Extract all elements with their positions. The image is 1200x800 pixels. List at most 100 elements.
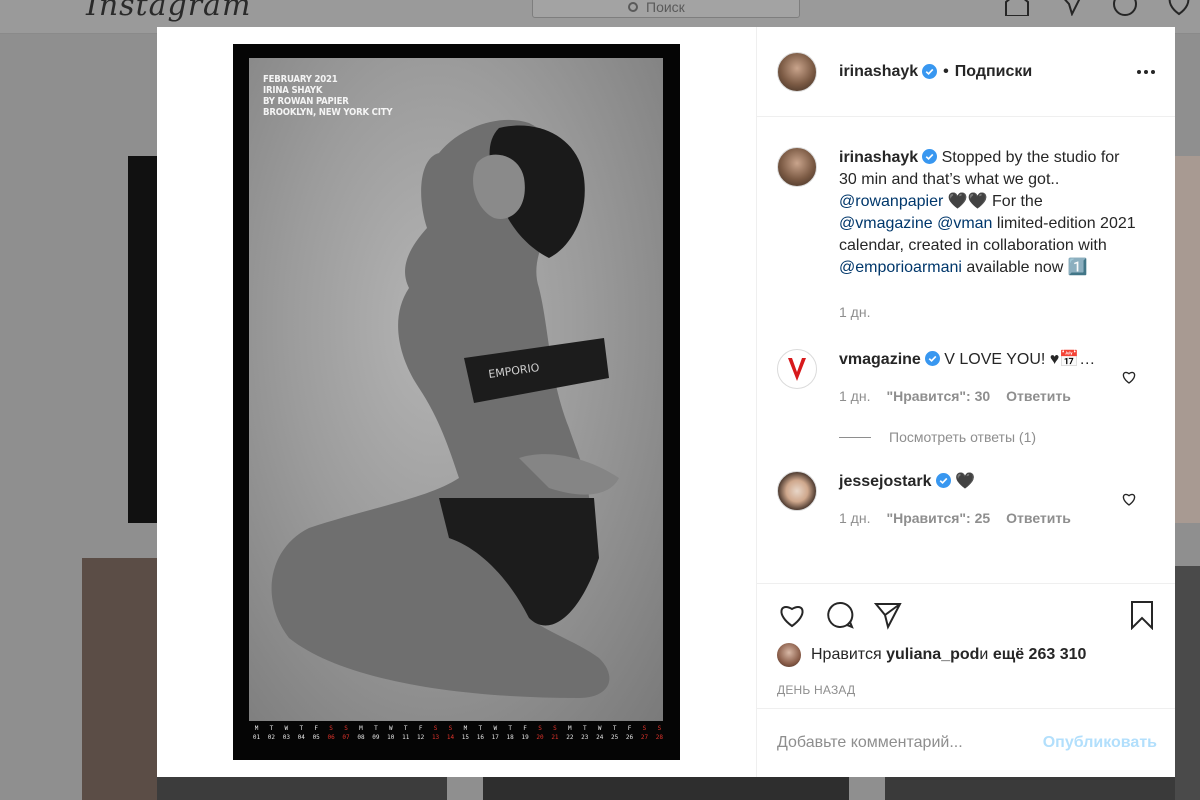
calendar-day: M 01 [251,722,262,754]
likes-count[interactable]: ещё 263 310 [993,646,1087,664]
calendar-date: 06 [327,734,335,741]
replies-line [839,436,871,438]
comment-body: jessejostark 🖤 1 дн. "Нравится": 25 Отве… [839,471,1139,529]
background-post-tile [1175,156,1200,523]
author-avatar[interactable] [777,147,817,187]
view-replies-button[interactable]: Посмотреть ответы (1) [839,429,1155,445]
calendar-date: 27 [640,734,649,741]
save-bookmark-icon[interactable] [1127,600,1157,630]
calendar-day: F 12 [415,722,426,754]
caption-username[interactable]: irinashayk [839,149,918,166]
author-username[interactable]: irinashayk [839,63,918,81]
calendar-weekday: S [329,725,333,732]
calendar-date: 22 [566,734,574,741]
verified-badge-icon [922,64,938,79]
calendar-date: 08 [357,734,365,741]
publish-button[interactable]: Опубликовать [1043,734,1157,752]
mention-link[interactable]: @emporioarmani [839,259,962,276]
calendar-weekday: T [582,725,587,732]
post-side-panel: irinashayk • Подписки irinashayk Stopped… [757,27,1175,777]
reply-button[interactable]: Ответить [1006,507,1071,529]
calendar-day: F 05 [311,722,322,754]
calendar-weekday: S [538,725,542,732]
post-date[interactable]: День назад [777,683,855,697]
comment-body: vmagazine V LOVE YOU! ♥📅… 1 дн. "Нравитс… [839,349,1139,407]
caption-comment: irinashayk Stopped by the studio for 30 … [777,147,1155,323]
calendar-weekday: T [478,725,483,732]
poster-calendar-strip: M 01 T 02 W 03 T 04 F 05 S 06 S 07 M 08 T 09 W 10 T 11 F 12 S 13 S… [251,722,665,754]
calendar-weekday: T [612,725,617,732]
comment-username[interactable]: jessejostark [839,473,932,490]
calendar-day: S 07 [341,722,352,754]
calendar-weekday: W [284,725,289,732]
calendar-day: M 22 [564,722,575,754]
liker-avatar[interactable] [777,643,801,667]
background-post-tile [885,777,1175,800]
calendar-date: 25 [611,734,619,741]
mention-link[interactable]: @vman [937,215,992,232]
calendar-date: 07 [342,734,350,741]
calendar-date: 14 [446,734,455,741]
calendar-day: W 10 [385,722,396,754]
caption-meta: 1 дн. [839,301,1139,323]
more-options-button[interactable] [1137,69,1155,74]
calendar-weekday: F [314,725,318,732]
calendar-day: T 16 [475,722,486,754]
calendar-weekday: M [463,725,468,732]
commenter-avatar[interactable] [777,471,817,511]
calendar-date: 03 [282,734,290,741]
background-post-tile [483,777,849,800]
calendar-day: F 19 [520,722,531,754]
photo-figure: EMPORIO [271,119,619,699]
comments-list[interactable]: irinashayk Stopped by the studio for 30 … [757,117,1175,583]
explore-icon [1113,0,1137,16]
calendar-poster: EMPORIO February 2021 Irina Shayk by Row… [233,44,680,760]
calendar-day: T 04 [296,722,307,754]
author-avatar[interactable] [777,51,817,92]
search-icon [628,2,638,12]
comment-username[interactable]: vmagazine [839,351,921,368]
search-bar: Поиск [532,0,800,18]
vmagazine-logo-icon [788,358,806,381]
poster-caption: February 2021 Irina Shayk by Rowan Papie… [263,74,393,118]
caption-time[interactable]: 1 дн. [839,301,870,323]
liker-username[interactable]: yuliana_pod [886,646,979,664]
post-media[interactable]: EMPORIO February 2021 Irina Shayk by Row… [157,27,757,777]
calendar-weekday: S [433,725,438,732]
likes-prefix: Нравится [811,646,882,663]
comment-like-heart-icon[interactable] [1121,369,1137,385]
add-comment-form: Опубликовать [757,708,1175,777]
calendar-weekday: S [642,725,647,732]
comment-likes-count[interactable]: "Нравится": 25 [886,507,990,529]
calendar-day: W 17 [490,722,501,754]
comment-likes-count[interactable]: "Нравится": 30 [886,385,990,407]
comment-like-heart-icon[interactable] [1121,491,1137,507]
like-heart-icon[interactable] [777,600,807,630]
comment-bubble-icon[interactable] [825,600,855,630]
calendar-day: T 25 [609,722,620,754]
calendar-day: S 13 [430,722,441,754]
calendar-weekday: T [374,725,378,732]
calendar-date: 05 [312,734,320,741]
share-paper-plane-icon[interactable] [873,600,903,630]
calendar-day: S 20 [535,722,546,754]
comment-time[interactable]: 1 дн. [839,385,870,407]
likes-summary[interactable]: Нравится yuliana_pod и ещё 263 310 [777,643,1086,667]
comment-input[interactable] [777,734,1043,752]
commenter-avatar[interactable] [777,349,817,389]
verified-badge-icon [935,473,951,488]
mention-link[interactable]: @rowanpapier [839,193,943,210]
instagram-logo: Instagram [86,0,252,23]
calendar-date: 11 [402,734,410,741]
mention-link[interactable]: @vmagazine [839,215,933,232]
calendar-date: 24 [596,734,604,741]
comment-text: 🖤 [950,473,975,490]
post-actions: Нравится yuliana_pod и ещё 263 310 День … [757,583,1175,708]
following-button[interactable]: Подписки [955,63,1032,81]
reply-button[interactable]: Ответить [1006,385,1071,407]
comment-time[interactable]: 1 дн. [839,507,870,529]
background-post-tile [82,558,157,800]
calendar-date: 15 [461,734,470,741]
calendar-date: 21 [551,734,559,741]
likes-middle: и [979,646,989,663]
